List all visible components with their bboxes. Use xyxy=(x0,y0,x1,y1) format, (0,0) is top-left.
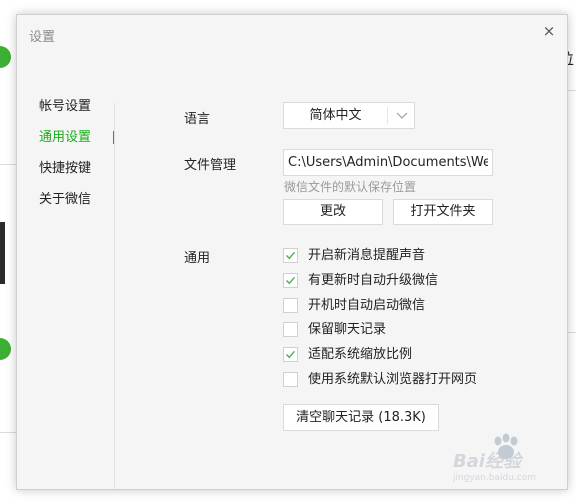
select-separator xyxy=(387,107,388,124)
sidebar-item-label: 关于微信 xyxy=(39,192,92,207)
dialog-title: 设置 xyxy=(29,30,56,45)
bg-divider xyxy=(568,332,576,333)
checkbox[interactable] xyxy=(283,347,298,362)
sidebar-item-account[interactable]: 帐号设置 xyxy=(17,97,117,128)
sidebar-divider xyxy=(114,103,115,489)
option-label: 保留聊天记录 xyxy=(308,322,387,337)
screen: 位 设置 × 帐号设置 通用设置 快捷按键 关于微信 语言 简体中文 xyxy=(0,0,576,503)
sidebar-item-shortcuts[interactable]: 快捷按键 xyxy=(17,159,117,190)
checkbox[interactable] xyxy=(283,273,298,288)
bg-divider xyxy=(568,90,576,91)
bg-divider xyxy=(0,164,16,165)
language-select[interactable]: 简体中文 xyxy=(283,102,415,129)
bg-avatar-bottom xyxy=(0,338,11,360)
option-label: 开机时自动启动微信 xyxy=(308,298,426,313)
file-path-input[interactable] xyxy=(283,149,493,176)
language-label: 语言 xyxy=(184,112,211,127)
option-label: 有更新时自动升级微信 xyxy=(308,273,439,288)
watermark-subtext: jingyan.baidu.com xyxy=(452,473,536,483)
option-label: 使用系统默认浏览器打开网页 xyxy=(308,372,478,387)
baidu-watermark: Bai经验 jingyan.baidu.com xyxy=(452,433,536,483)
checkbox[interactable] xyxy=(283,298,298,313)
sidebar-item-label: 快捷按键 xyxy=(39,161,92,176)
file-path-hint: 微信文件的默认保存位置 xyxy=(284,180,417,194)
open-folder-button[interactable]: 打开文件夹 xyxy=(393,199,493,225)
bg-avatar-top xyxy=(0,46,11,68)
checkbox[interactable] xyxy=(283,372,298,387)
settings-dialog: 设置 × 帐号设置 通用设置 快捷按键 关于微信 语言 简体中文 文件管理 C:… xyxy=(16,14,568,490)
option-label: 开启新消息提醒声音 xyxy=(308,248,426,263)
checkmark-icon xyxy=(286,251,296,260)
option-label: 适配系统缩放比例 xyxy=(308,347,413,362)
change-button[interactable]: 更改 xyxy=(283,199,383,225)
checkmark-icon xyxy=(286,276,296,285)
checkbox[interactable] xyxy=(283,248,298,263)
file-management-label: 文件管理 xyxy=(184,158,237,173)
sidebar-item-about[interactable]: 关于微信 xyxy=(17,190,117,221)
general-label: 通用 xyxy=(184,251,211,266)
close-button[interactable]: × xyxy=(539,21,559,41)
checkmark-icon xyxy=(286,350,296,359)
settings-sidebar: 帐号设置 通用设置 快捷按键 关于微信 xyxy=(17,97,117,221)
sidebar-item-label: 通用设置 xyxy=(39,130,92,145)
paw-icon xyxy=(494,433,518,459)
clear-history-button[interactable]: 清空聊天记录 (18.3K) xyxy=(283,404,439,431)
sidebar-item-label: 帐号设置 xyxy=(39,99,92,114)
sidebar-item-general[interactable]: 通用设置 xyxy=(17,128,117,159)
close-icon: × xyxy=(542,22,556,40)
checkbox[interactable] xyxy=(283,322,298,337)
chevron-down-icon xyxy=(396,112,408,119)
language-select-value: 简体中文 xyxy=(309,108,362,123)
bg-divider xyxy=(0,432,16,433)
bg-scroll-bar xyxy=(0,222,5,284)
